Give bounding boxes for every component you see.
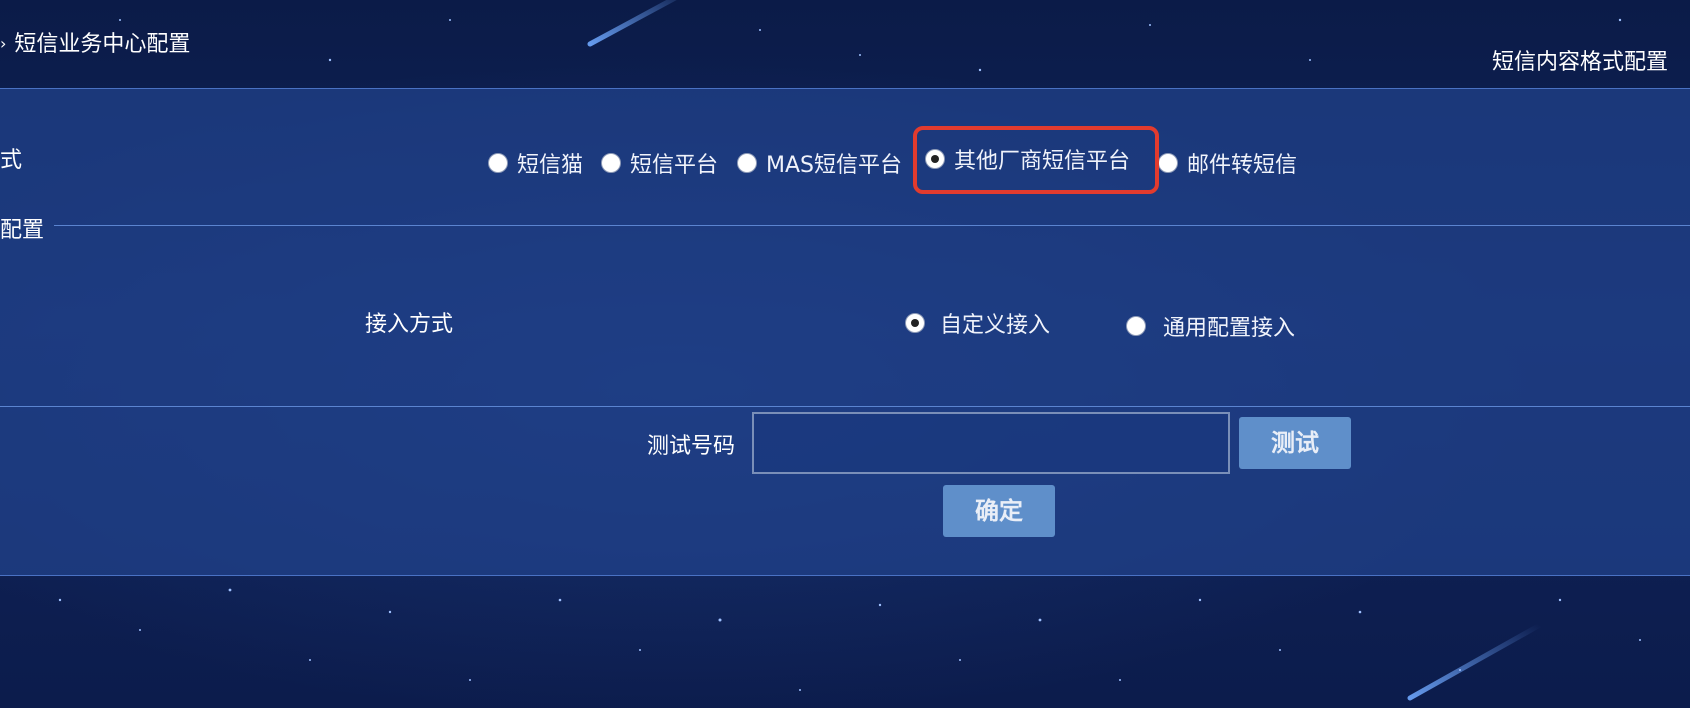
radio-button-icon (737, 153, 757, 173)
test-number-label: 测试号码 (647, 434, 736, 459)
section-divider (54, 225, 1690, 226)
radio-generic-access[interactable]: 通用配置接入 (1126, 310, 1295, 342)
config-panel (0, 88, 1690, 407)
radio-button-icon (1126, 316, 1146, 336)
radio-button-icon (601, 153, 621, 173)
access-method-label: 接入方式 (365, 312, 454, 337)
highlight-annotation (913, 126, 1159, 194)
radio-custom-access[interactable]: 自定义接入 (905, 307, 1050, 339)
radio-label: 短信猫 (517, 153, 584, 178)
chevron-right-icon: › (0, 34, 7, 53)
radio-sms-cat[interactable]: 短信猫 (488, 147, 583, 179)
test-button[interactable]: 测试 (1239, 417, 1351, 469)
radio-label: 短信平台 (630, 153, 719, 178)
breadcrumb-title: 短信业务中心配置 (14, 32, 191, 57)
radio-button-icon (488, 153, 508, 173)
confirm-button[interactable]: 确定 (943, 485, 1055, 537)
section-title: 配置 (0, 218, 45, 243)
sms-format-config-link[interactable]: 短信内容格式配置 (1492, 44, 1668, 76)
radio-label: 通用配置接入 (1163, 316, 1296, 341)
radio-email-to-sms[interactable]: 邮件转短信 (1158, 147, 1297, 179)
method-label: 式 (0, 148, 23, 173)
radio-button-checked-icon (905, 313, 925, 333)
radio-label: 邮件转短信 (1187, 153, 1298, 178)
test-number-input[interactable] (752, 412, 1230, 474)
radio-button-icon (1158, 153, 1178, 173)
radio-label: MAS短信平台 (766, 153, 902, 178)
breadcrumb: › 短信业务中心配置 (0, 26, 190, 58)
radio-mas-platform[interactable]: MAS短信平台 (737, 147, 902, 179)
radio-sms-platform[interactable]: 短信平台 (601, 147, 718, 179)
radio-label: 自定义接入 (940, 313, 1051, 338)
